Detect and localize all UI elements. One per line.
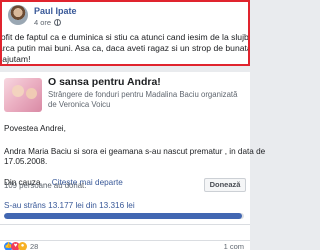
post-card: Paul Ipate 4 ore rofit de faptul ca e du… (0, 0, 250, 66)
donors-count: 109 persoane au donat. (4, 181, 87, 190)
post-time[interactable]: 4 ore (34, 18, 51, 27)
post-text: rofit de faptul ca e duminica si stiu ca… (0, 32, 249, 64)
fundraiser-body-line: Andra Maria Baciu si sora ei geamana s-a… (4, 147, 266, 156)
fundraiser-progress-bar (4, 213, 244, 219)
reactions-bar: 👍 ♥ ● 28 1 com (0, 240, 250, 250)
post-text-line: rofit de faptul ca e duminica si stiu ca… (0, 32, 249, 42)
post-meta: 4 ore (34, 18, 62, 27)
reaction-count[interactable]: 28 (30, 242, 38, 250)
fundraiser-thumbnail[interactable] (4, 78, 42, 112)
fundraiser-body-line: 17.05.2008. (4, 157, 48, 166)
donate-button[interactable]: Donează (204, 178, 246, 192)
wow-icon[interactable]: ● (18, 242, 27, 250)
progress-fill (4, 213, 242, 219)
post-text-line: arca putin mai buni. Asa ca, daca aveti … (2, 43, 248, 53)
post-text-line: i ajutam! (0, 54, 31, 64)
globe-icon (54, 19, 62, 26)
fundraiser-card: O sansa pentru Andra! Strângere de fondu… (0, 72, 265, 240)
raised-amount: S-au strâns 13.177 lei din 13.316 lei (4, 201, 135, 210)
post-author[interactable]: Paul Ipate (34, 6, 77, 16)
fundraiser-subtitle: Strângere de fonduri pentru Madalina Bac… (48, 90, 238, 109)
fundraiser-greeting: Povestea Andrei, (4, 124, 66, 133)
avatar[interactable] (8, 5, 28, 25)
fundraiser-title[interactable]: O sansa pentru Andra! (48, 76, 161, 88)
comments-count[interactable]: 1 com (224, 242, 244, 250)
divider (0, 224, 250, 225)
